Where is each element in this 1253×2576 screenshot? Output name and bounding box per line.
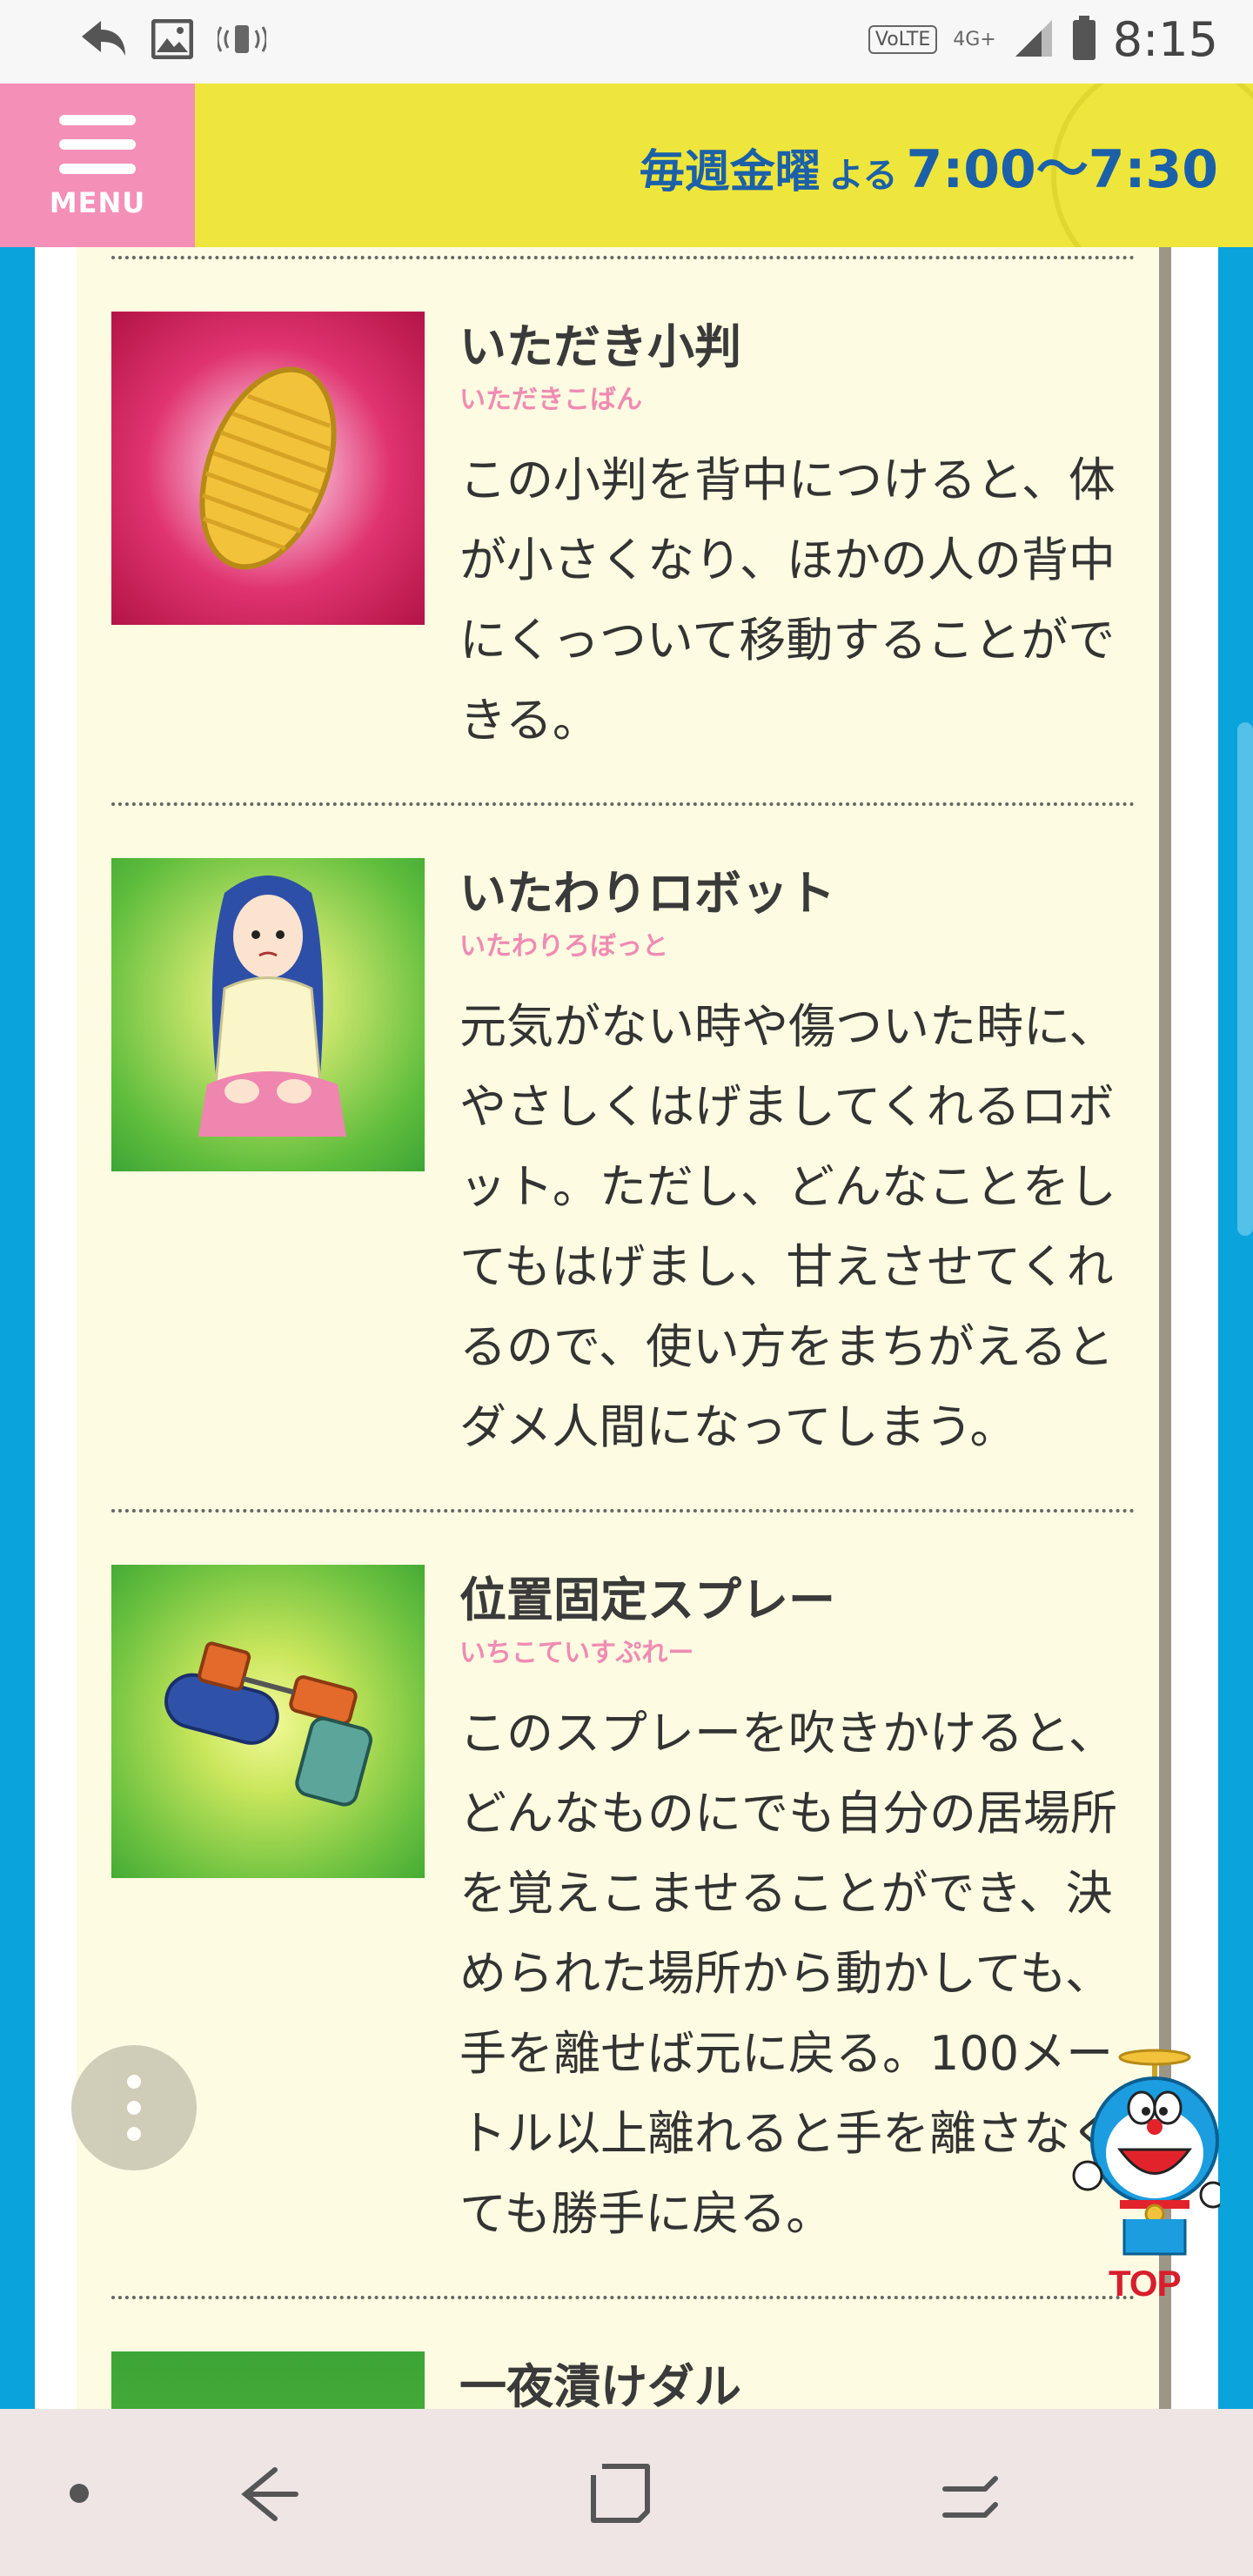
item-image-koban[interactable] bbox=[111, 312, 425, 625]
doraemon-icon bbox=[1072, 2049, 1227, 2256]
air-time: 7:00〜7:30 bbox=[906, 139, 1218, 200]
item-reading: いただきこばん bbox=[459, 385, 642, 415]
vibrate-icon bbox=[216, 22, 268, 60]
item-title[interactable]: いただき小判 bbox=[459, 308, 741, 377]
hamburger-icon bbox=[59, 115, 136, 188]
divider bbox=[111, 802, 1135, 806]
clock: 8:15 bbox=[1112, 12, 1218, 67]
dot-icon bbox=[127, 2101, 141, 2115]
menu-label: MENU bbox=[49, 186, 146, 219]
divider bbox=[111, 256, 1135, 259]
back-icon[interactable] bbox=[240, 2466, 301, 2526]
more-options-button[interactable] bbox=[71, 2045, 197, 2170]
site-header: MENU 毎週金曜 よる 7:00〜7:30 bbox=[0, 84, 1253, 247]
item-description: この小判を背中につけると、体が小さくなり、ほかの人の背中にくっついて移動すること… bbox=[459, 453, 1116, 748]
volte-badge: VoLTE bbox=[868, 25, 938, 54]
signal-icon bbox=[1012, 18, 1055, 62]
image-icon bbox=[151, 18, 194, 63]
divider bbox=[111, 1509, 1135, 1513]
item-image-daru[interactable] bbox=[111, 2351, 425, 2409]
network-type: 4G+ bbox=[953, 28, 996, 50]
divider bbox=[111, 2296, 1135, 2299]
home-icon[interactable] bbox=[590, 2463, 651, 2527]
air-yoru: よる bbox=[828, 156, 898, 196]
item-title[interactable]: 一夜漬けダル bbox=[459, 2348, 741, 2409]
back-to-top-button[interactable]: TOP bbox=[1072, 2045, 1227, 2306]
item-image-spray[interactable] bbox=[111, 1565, 425, 1878]
scroll-indicator[interactable] bbox=[1237, 722, 1253, 1236]
item-description: このスプレーを吹きかけると、どんなものにでも自分の居場所を覚えこませることができ… bbox=[459, 1706, 1117, 2241]
item-description: 元気がない時や傷ついた時に、やさしくはげましてくれるロボット。ただし、どんなこと… bbox=[459, 999, 1116, 1454]
top-label: TOP bbox=[1109, 2263, 1182, 2304]
recent-apps-icon[interactable] bbox=[940, 2466, 1001, 2526]
navigation-bar bbox=[0, 2409, 1253, 2576]
menu-button[interactable]: MENU bbox=[0, 84, 195, 247]
item-reading: いたわりろぼっと bbox=[459, 931, 668, 962]
broadcast-time: 毎週金曜 よる 7:00〜7:30 bbox=[640, 127, 1218, 203]
dot-icon bbox=[127, 2127, 141, 2141]
item-reading: いちこていすぷれー bbox=[459, 1638, 694, 1668]
nav-dot-icon[interactable] bbox=[70, 2484, 89, 2503]
battery-icon bbox=[1071, 15, 1097, 64]
dot-icon bbox=[127, 2075, 141, 2089]
item-title[interactable]: いたわりロボット bbox=[459, 855, 835, 923]
item-image-robot[interactable] bbox=[111, 858, 425, 1171]
status-bar: VoLTE 4G+ 8:15 bbox=[0, 0, 1253, 84]
air-days: 毎週金曜 bbox=[639, 146, 821, 198]
item-title[interactable]: 位置固定スプレー bbox=[459, 1561, 835, 1630]
back-arrow-icon bbox=[78, 17, 127, 64]
gadget-list: いただき小判 いただきこばん この小判を背中につけると、体が小さくなり、ほかの人… bbox=[77, 247, 1159, 2409]
